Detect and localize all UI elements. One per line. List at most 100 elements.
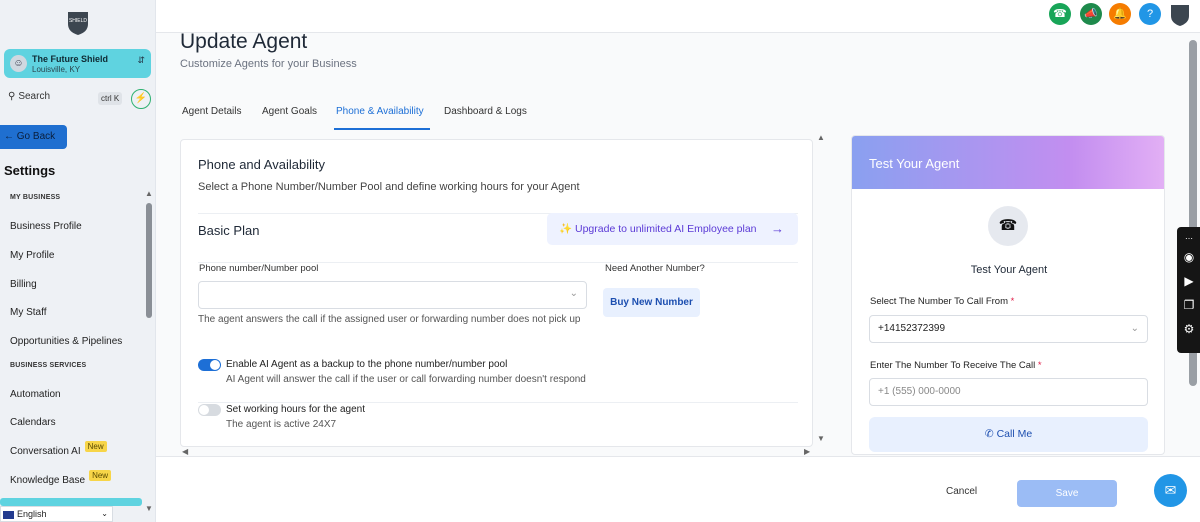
user-icon: ☺ <box>10 55 27 72</box>
main-content: ☎ 📣 🔔 ? Update Agent Customize Agents fo… <box>156 0 1200 522</box>
logo-text: SHIELD <box>69 18 87 24</box>
chevron-down-icon: ⌄ <box>569 288 578 299</box>
scroll-left-arrow-icon[interactable]: ◀ <box>182 447 188 456</box>
chevron-updown-icon: ⇵ <box>137 55 145 65</box>
call-to-input[interactable]: +1 (555) 000-0000 <box>869 378 1148 406</box>
working-hours-help: The agent is active 24X7 <box>226 419 337 430</box>
search-icon: ⚲ <box>8 91 16 102</box>
section-title: Phone and Availability <box>198 157 325 172</box>
feedback-chat-icon[interactable]: ✉ <box>1154 474 1187 507</box>
save-button[interactable]: Save <box>1017 480 1117 507</box>
required-mark: * <box>1037 360 1042 371</box>
sidebar-search[interactable]: ⚲ Search <box>8 91 50 102</box>
scroll-right-arrow-icon[interactable]: ▶ <box>804 447 810 456</box>
gear-icon[interactable]: ⚙ <box>1181 321 1197 337</box>
shield-logo-icon: SHIELD <box>68 12 88 35</box>
phone-icon: ☎ <box>988 206 1028 246</box>
call-from-select[interactable]: +14152372399 ⌄ <box>869 315 1148 343</box>
number-pool-helper: The agent answers the call if the assign… <box>198 314 581 325</box>
uk-flag-icon <box>3 510 14 519</box>
tab-agent-details[interactable]: Agent Details <box>182 106 241 117</box>
section-header-my-business: MY BUSINESS <box>10 194 61 201</box>
help-icon[interactable]: ? <box>1139 3 1161 25</box>
account-avatar-icon[interactable] <box>1169 3 1191 27</box>
chevron-down-icon: ⌄ <box>1130 323 1139 334</box>
phone-call-icon: ✆ <box>984 428 994 440</box>
sidebar-item-my-profile[interactable]: My Profile <box>10 250 54 261</box>
section-header-business-services: BUSINESS SERVICES <box>10 362 87 369</box>
search-label: Search <box>18 91 51 102</box>
location-switcher[interactable]: ☺ The Future Shield Louisville, KY ⇵ <box>4 49 151 78</box>
new-badge: New <box>89 470 112 481</box>
test-agent-panel: Test Your Agent ☎ Test Your Agent Select… <box>851 135 1165 455</box>
go-back-button[interactable]: ← Go Back <box>0 125 67 149</box>
sidebar-item-calendars[interactable]: Calendars <box>10 417 56 428</box>
call-me-label: Call Me <box>996 428 1033 440</box>
call-from-value: +14152372399 <box>878 323 946 334</box>
plan-name: Basic Plan <box>198 223 260 238</box>
scroll-down-arrow-icon[interactable]: ▼ <box>817 434 825 443</box>
upgrade-plan-button[interactable]: ✨ Upgrade to unlimited AI Employee plan … <box>547 213 798 245</box>
megaphone-icon[interactable]: 📣 <box>1080 3 1102 25</box>
required-mark: * <box>1010 296 1015 307</box>
test-agent-title: Test Your Agent <box>970 264 1048 276</box>
search-shortcut: ctrl K <box>98 92 123 105</box>
cancel-button[interactable]: Cancel <box>946 486 977 497</box>
call-from-label: Select The Number To Call From * <box>870 296 1015 307</box>
number-pool-label: Phone number/Number pool <box>199 263 319 274</box>
settings-sidebar: SHIELD ☺ The Future Shield Louisville, K… <box>0 0 156 522</box>
toggle-knob <box>199 405 209 415</box>
language-value: English <box>17 509 47 519</box>
sidebar-title: Settings <box>4 163 56 178</box>
backup-toggle-label: Enable AI Agent as a backup to the phone… <box>226 359 508 370</box>
sidebar-active-item-highlight[interactable] <box>0 498 142 506</box>
working-hours-toggle[interactable] <box>198 404 221 416</box>
sidebar-item-billing[interactable]: Billing <box>10 279 37 290</box>
call-to-label: Enter The Number To Receive The Call * <box>870 360 1042 371</box>
upgrade-label: Upgrade to unlimited AI Employee plan <box>575 223 757 235</box>
scroll-up-arrow-icon[interactable]: ▲ <box>145 189 153 198</box>
sidebar-scrollbar[interactable] <box>146 203 152 318</box>
tab-agent-goals[interactable]: Agent Goals <box>262 106 317 117</box>
language-select[interactable]: English ⌄ <box>0 506 113 522</box>
sidebar-item-knowledge-base[interactable]: Knowledge Base New <box>10 470 112 486</box>
scroll-down-arrow-icon[interactable]: ▼ <box>145 504 153 513</box>
backup-toggle[interactable] <box>198 359 221 371</box>
page-title: Update Agent <box>180 30 308 53</box>
toggle-knob <box>210 360 220 370</box>
scroll-up-arrow-icon[interactable]: ▲ <box>817 133 825 142</box>
divider <box>198 402 798 403</box>
call-me-button[interactable]: ✆ Call Me <box>869 417 1148 452</box>
number-pool-select[interactable]: ⌄ <box>198 281 587 309</box>
extension-icon[interactable]: ⋯ <box>1181 231 1197 247</box>
sidebar-item-label: Conversation AI <box>10 446 81 457</box>
phone-icon[interactable]: ☎ <box>1049 3 1071 25</box>
new-badge: New <box>84 441 107 452</box>
active-tab-indicator <box>334 128 430 130</box>
buy-new-number-button[interactable]: Buy New Number <box>603 288 700 317</box>
floating-toolbar: ⋯ ◉ ▶ ❐ ⚙ <box>1177 227 1200 353</box>
call-to-placeholder: +1 (555) 000-0000 <box>878 386 961 397</box>
sidebar-item-business-profile[interactable]: Business Profile <box>10 221 82 232</box>
sidebar-item-automation[interactable]: Automation <box>10 389 61 400</box>
tab-dashboard-logs[interactable]: Dashboard & Logs <box>444 106 527 117</box>
section-subtitle: Select a Phone Number/Number Pool and de… <box>198 181 580 193</box>
camera-icon[interactable]: ◉ <box>1181 249 1197 265</box>
sidebar-item-opportunities[interactable]: Opportunities & Pipelines <box>10 336 122 347</box>
sidebar-item-label: Knowledge Base <box>10 475 86 486</box>
windows-icon[interactable]: ❐ <box>1181 297 1197 313</box>
backup-toggle-help: AI Agent will answer the call if the use… <box>226 374 586 385</box>
bell-icon[interactable]: 🔔 <box>1109 3 1131 25</box>
chevron-down-icon: ⌄ <box>101 509 108 518</box>
quick-actions-icon[interactable]: ⚡ <box>131 89 151 109</box>
need-number-label: Need Another Number? <box>605 263 705 274</box>
arrow-right-icon: → <box>771 221 784 236</box>
sidebar-item-my-staff[interactable]: My Staff <box>10 307 47 318</box>
location-city: Louisville, KY <box>32 65 81 74</box>
tab-phone-availability[interactable]: Phone & Availability <box>336 106 424 117</box>
sidebar-item-conversation-ai[interactable]: Conversation AI New <box>10 441 107 457</box>
video-icon[interactable]: ▶ <box>1181 273 1197 289</box>
sparkle-icon: ✨ <box>559 223 573 235</box>
test-agent-header-title: Test Your Agent <box>869 156 960 171</box>
location-name: The Future Shield <box>32 54 109 64</box>
